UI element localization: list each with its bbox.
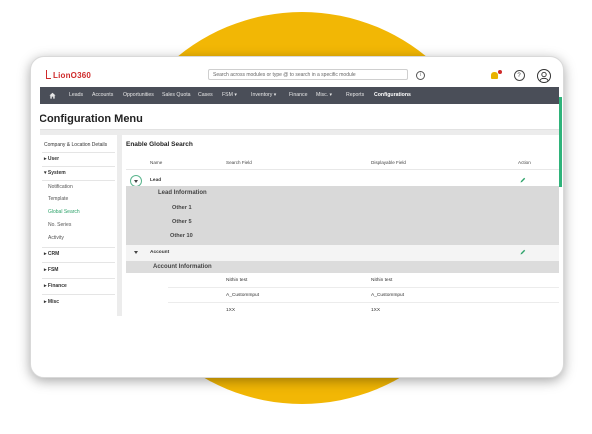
global-search-panel: Enable Global Search Name Search Field D… (122, 135, 559, 316)
app-screen: LionO360 Search across modules or type @… (40, 63, 559, 316)
nav-reports[interactable]: Reports (346, 87, 364, 104)
account-row (126, 245, 559, 261)
header-actions: ? (482, 67, 551, 83)
sidebar-item-notification[interactable]: Notification (48, 184, 73, 190)
nav-leads[interactable]: Leads (69, 87, 83, 104)
lead-field-item[interactable]: Other 10 (170, 233, 193, 239)
account-display-field: Nithin test (371, 278, 393, 283)
account-search-field: 1XX (226, 308, 236, 313)
sidebar-item-template[interactable]: Template (48, 196, 68, 202)
account-search-field: Nithin test (226, 278, 248, 283)
main-nav: Leads Accounts Opportunities Sales Quota… (40, 87, 559, 104)
account-search-field: A_CustomInput (226, 293, 260, 298)
top-bar: LionO360 Search across modules or type @… (40, 63, 559, 88)
column-header-search-field: Search Field (226, 160, 252, 165)
logo-text: LionO360 (53, 71, 92, 80)
nav-inventory[interactable]: Inventory ▾ (251, 87, 276, 104)
logo-mark-icon (46, 70, 51, 79)
account-name: Account (150, 250, 170, 255)
sidebar-item-no-series[interactable]: No. Series (48, 222, 71, 228)
column-header-action: Action (518, 160, 531, 165)
config-sidebar: Company & Location Details ▸ User ▾ Syst… (40, 135, 117, 316)
section-title: Enable Global Search (126, 141, 193, 148)
user-avatar-icon[interactable] (537, 68, 551, 83)
pencil-icon[interactable] (520, 177, 526, 183)
chevron-down-icon[interactable] (134, 251, 138, 254)
column-header-displayable-field: Displayable Field (371, 160, 406, 165)
column-header-name: Name (150, 160, 163, 165)
lead-group-title: Lead Information (158, 190, 207, 196)
lead-field-item[interactable]: Other 1 (172, 205, 192, 211)
sidebar-item-crm[interactable]: ▸ CRM (44, 251, 59, 257)
sidebar-item-global-search[interactable]: Global Search (48, 209, 80, 215)
sidebar-item-user[interactable]: ▸ User (44, 156, 59, 162)
global-search-input[interactable]: Search across modules or type @ to searc… (208, 69, 425, 80)
chevron-down-icon (134, 180, 138, 183)
nav-fsm[interactable]: FSM ▾ (222, 87, 237, 104)
sidebar-item-finance[interactable]: ▸ Finance (44, 283, 67, 289)
account-display-field: 1XX (371, 308, 381, 313)
nav-opportunities[interactable]: Opportunities (123, 87, 154, 104)
lead-name: Lead (150, 178, 162, 183)
bell-icon[interactable] (490, 70, 503, 81)
nav-sales-quota[interactable]: Sales Quota (162, 87, 191, 104)
nav-misc[interactable]: Misc. ▾ (316, 87, 332, 104)
account-display-field: A_CustomInput (371, 293, 405, 298)
device-frame: LionO360 Search across modules or type @… (30, 56, 564, 378)
nav-finance[interactable]: Finance (289, 87, 307, 104)
page-title: Configuration Menu (40, 113, 143, 125)
home-icon[interactable] (49, 92, 56, 99)
nav-accounts[interactable]: Accounts (92, 87, 113, 104)
nav-cases[interactable]: Cases (198, 87, 213, 104)
search-placeholder: Search across modules or type @ to searc… (213, 72, 356, 78)
info-icon[interactable]: i (416, 71, 425, 80)
pencil-icon[interactable] (520, 249, 526, 255)
sidebar-item-misc[interactable]: ▸ Misc (44, 299, 59, 305)
sidebar-item-fsm[interactable]: ▸ FSM (44, 267, 58, 273)
sidebar-item-activity[interactable]: Activity (48, 235, 64, 241)
scroll-indicator (559, 97, 562, 187)
account-group-title: Account Information (153, 264, 212, 270)
sidebar-item-company-location[interactable]: Company & Location Details (44, 142, 107, 148)
app-logo[interactable]: LionO360 (46, 70, 91, 80)
lead-field-item[interactable]: Other 5 (172, 219, 192, 225)
sidebar-item-system[interactable]: ▾ System (44, 170, 66, 176)
help-icon[interactable]: ? (513, 70, 525, 82)
nav-configurations[interactable]: Configurations (374, 87, 411, 104)
